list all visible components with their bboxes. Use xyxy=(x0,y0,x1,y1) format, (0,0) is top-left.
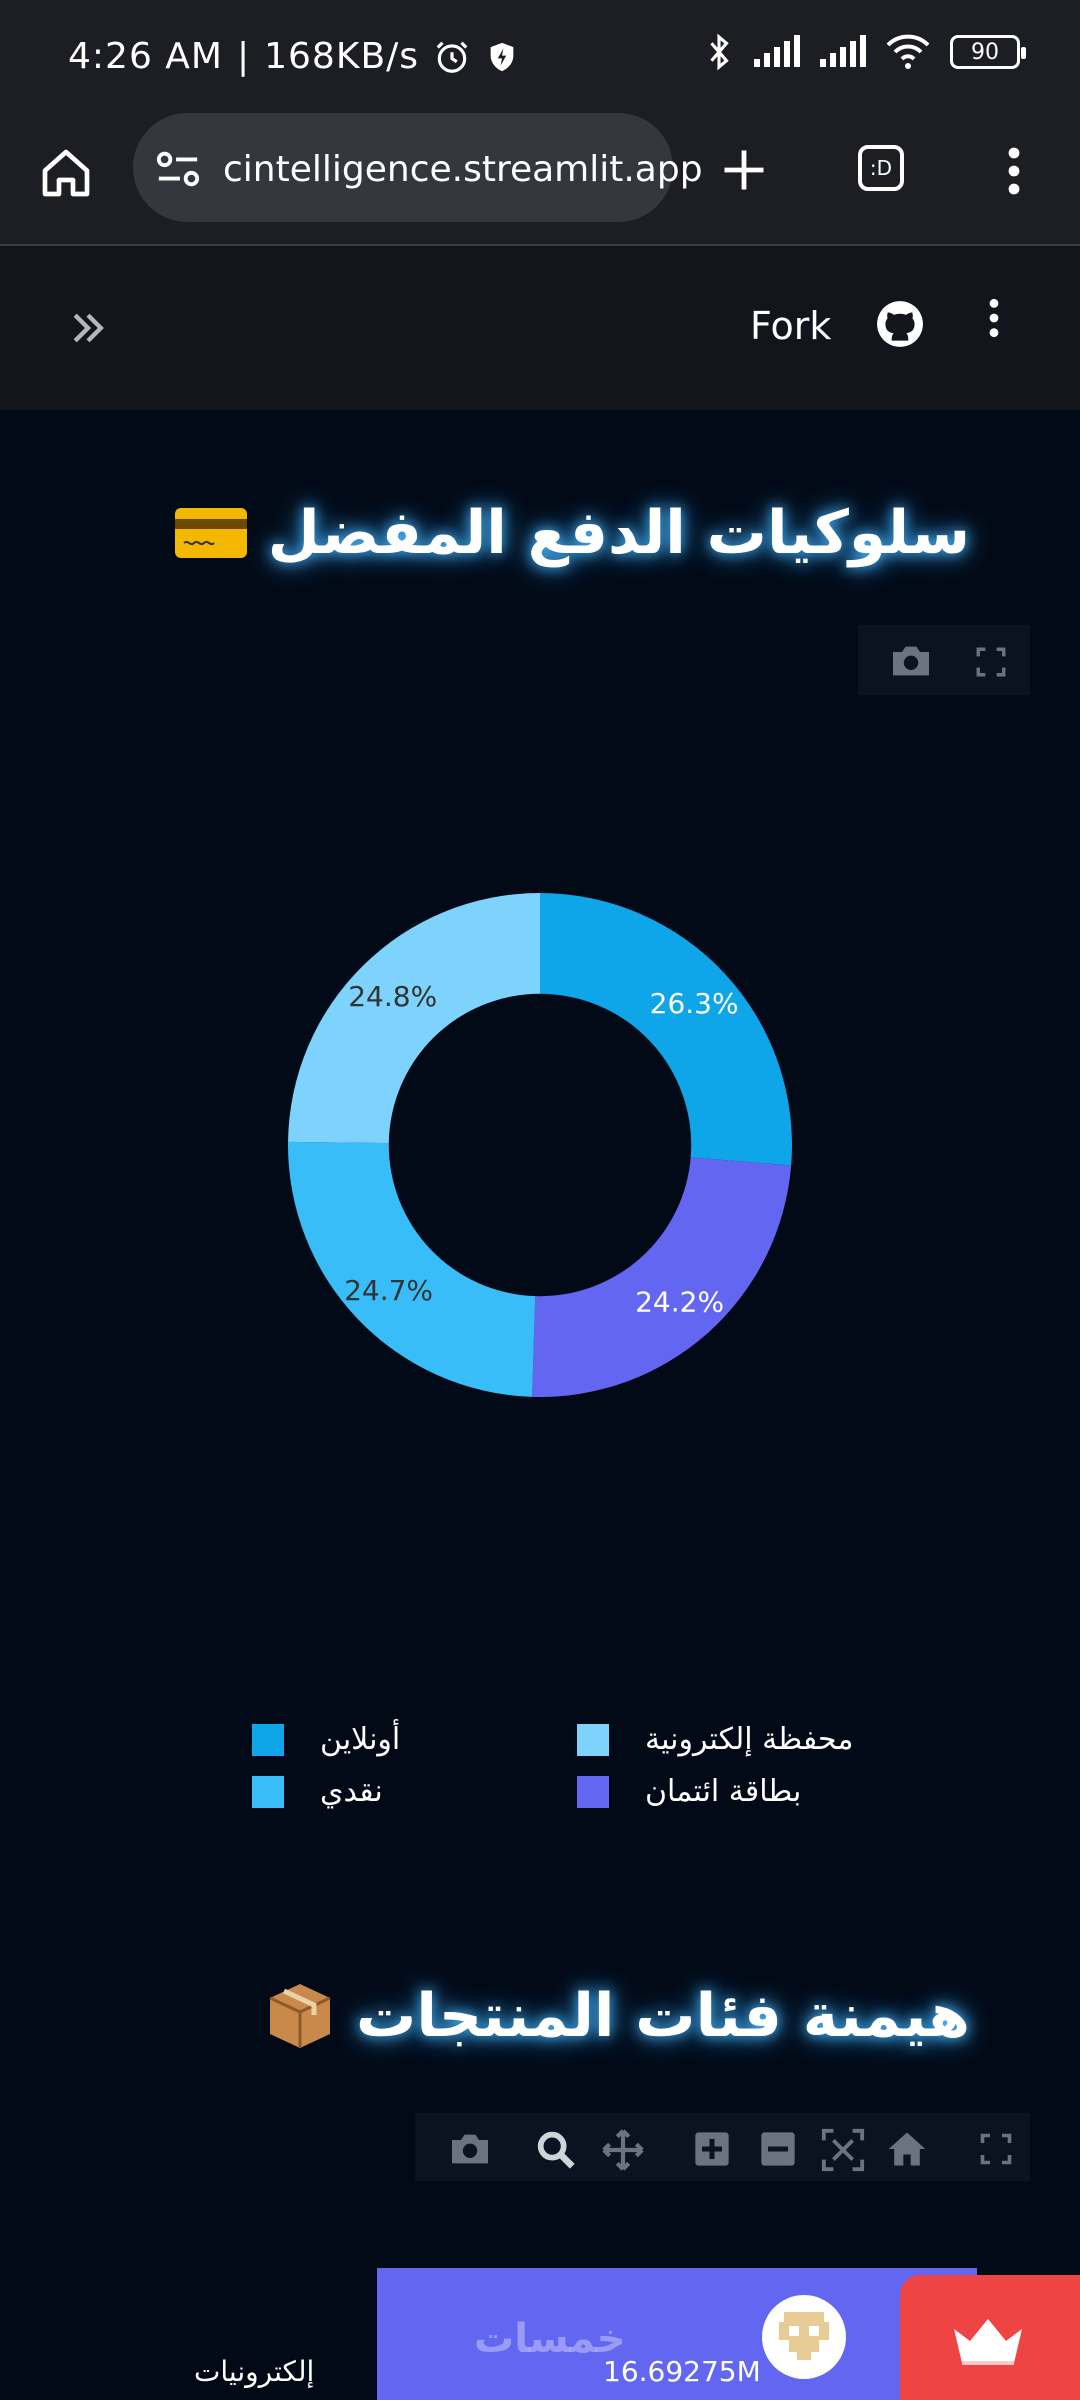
zoom-out-icon[interactable] xyxy=(758,2129,798,2169)
legend-item[interactable]: بطاقة ائتمان xyxy=(577,1774,801,1809)
battery-level: 90 xyxy=(971,39,999,65)
corner-badge[interactable] xyxy=(900,2275,1080,2400)
legend-swatch xyxy=(252,1775,284,1808)
legend-swatch xyxy=(577,1723,609,1756)
legend-label: بطاقة ائتمان xyxy=(645,1774,802,1809)
legend-item[interactable]: نقدي xyxy=(252,1774,383,1809)
address-bar[interactable]: cintelligence.streamlit.app xyxy=(133,113,703,222)
status-bar: 4:26 AM | 168KB/s 90 xyxy=(0,0,1080,110)
legend-label: محفظة إلكترونية xyxy=(645,1722,854,1757)
camera-icon[interactable] xyxy=(447,2131,493,2167)
reset-axes-icon[interactable] xyxy=(885,2127,929,2171)
alarm-icon xyxy=(436,41,468,73)
credit-card-icon xyxy=(174,508,247,558)
signal-icon-2 xyxy=(820,35,866,67)
chart-modebar-2 xyxy=(415,2113,1030,2181)
app-header: Fork xyxy=(0,246,1080,410)
zoom-icon[interactable] xyxy=(533,2127,579,2173)
legend-swatch xyxy=(252,1723,284,1756)
wifi-icon xyxy=(886,34,930,69)
section-title-text: سلوكيات الدفع المفضل xyxy=(267,498,970,568)
status-separator: | xyxy=(236,36,251,77)
chart-modebar-1 xyxy=(858,625,1030,695)
zoom-in-icon[interactable] xyxy=(692,2129,732,2169)
new-tab-icon[interactable] xyxy=(718,144,770,196)
section-title-products: هيمنة فئات المنتجات xyxy=(264,1980,970,2052)
fullscreen-icon[interactable] xyxy=(978,2131,1014,2167)
bar-value-label: 16.69275M xyxy=(603,2355,761,2388)
donut-slice[interactable] xyxy=(288,893,540,1144)
legend-item[interactable]: أونلاين xyxy=(252,1722,400,1757)
watermark-text: خمسات xyxy=(474,2316,626,2362)
legend-item[interactable]: محفظة إلكترونية xyxy=(577,1722,853,1757)
crown-icon xyxy=(954,2319,1022,2365)
donut-slice-label: 24.2% xyxy=(635,1285,724,1318)
status-left: 4:26 AM | 168KB/s xyxy=(68,36,519,77)
avatar-icon xyxy=(762,2295,846,2379)
fork-button[interactable]: Fork xyxy=(750,304,831,348)
expand-sidebar-icon[interactable] xyxy=(66,306,110,350)
url-text: cintelligence.streamlit.app xyxy=(223,149,703,190)
home-icon[interactable] xyxy=(38,145,94,201)
legend-swatch xyxy=(577,1775,609,1808)
legend-label: أونلاين xyxy=(320,1722,401,1757)
legend-label: نقدي xyxy=(320,1774,383,1809)
payment-donut-chart: 26.3% 24.2% 24.7% 24.8% xyxy=(288,893,792,1397)
section-title-text: هيمنة فئات المنتجات xyxy=(356,1981,970,2051)
site-settings-icon[interactable] xyxy=(155,146,201,192)
section-title-payment: سلوكيات الدفع المفضل xyxy=(174,498,970,568)
tabs-icon: :D xyxy=(869,156,893,180)
donut-slice[interactable] xyxy=(540,893,792,1166)
donut-slice[interactable] xyxy=(288,1141,536,1397)
donut-slice-label: 26.3% xyxy=(650,987,739,1020)
app-menu-icon[interactable] xyxy=(982,296,1006,340)
tabs-button[interactable]: :D xyxy=(858,145,904,191)
more-vert-icon[interactable] xyxy=(997,144,1031,198)
battery-indicator: 90 xyxy=(950,35,1026,69)
network-speed: 168KB/s xyxy=(264,36,420,77)
shield-icon xyxy=(490,42,514,71)
browser-toolbar: cintelligence.streamlit.app :D xyxy=(0,110,1080,246)
donut-slice-label: 24.8% xyxy=(348,980,437,1013)
donut-slice-label: 24.7% xyxy=(344,1274,433,1307)
status-time: 4:26 AM xyxy=(68,36,223,77)
battery-tip xyxy=(1021,47,1026,59)
fullscreen-icon[interactable] xyxy=(974,645,1008,679)
camera-icon[interactable] xyxy=(888,643,934,679)
github-icon[interactable] xyxy=(875,299,925,349)
bar-category-label: إلكترونيات xyxy=(194,2355,315,2388)
autoscale-icon[interactable] xyxy=(820,2127,866,2173)
bluetooth-icon xyxy=(710,33,729,71)
pan-icon[interactable] xyxy=(600,2127,646,2173)
signal-icon xyxy=(754,35,800,67)
package-icon xyxy=(269,1984,331,2048)
status-right: 90 xyxy=(704,32,1026,72)
donut-slice[interactable] xyxy=(532,1157,792,1397)
